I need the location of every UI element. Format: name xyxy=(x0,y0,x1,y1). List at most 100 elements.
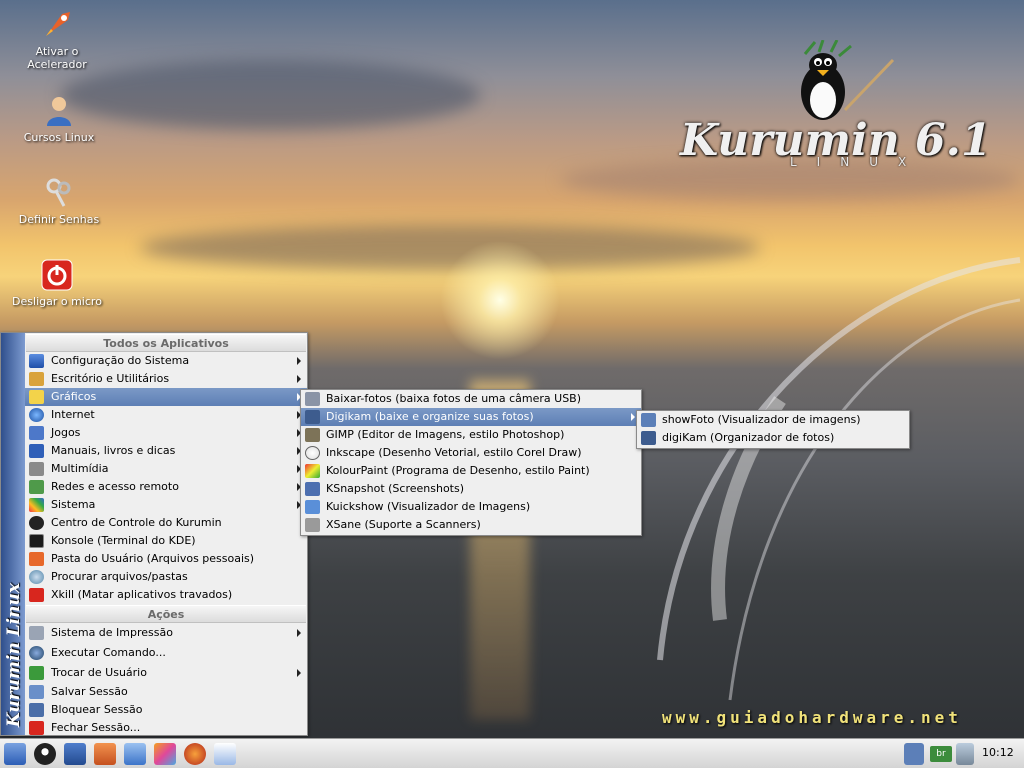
games-icon xyxy=(29,426,44,440)
kurumin-logo: Kurumin 6.1 LINUX xyxy=(680,40,1000,170)
menu-item-salvar-sessao[interactable]: Salvar Sessão xyxy=(25,683,307,701)
menu-item-label: Redes e acesso remoto xyxy=(51,480,179,493)
menu-item-label: XSane (Suporte a Scanners) xyxy=(326,518,481,531)
wallpaper-swirl xyxy=(657,257,1021,701)
window-icon[interactable] xyxy=(124,743,146,765)
keyboard-layout-indicator[interactable]: br xyxy=(930,746,952,762)
menu-item-label: Baixar-fotos (baixa fotos de uma câmera … xyxy=(326,392,582,405)
menu-item-label: Manuais, livros e dicas xyxy=(51,444,176,457)
multimedia-icon xyxy=(29,462,44,476)
submenu-arrow-icon xyxy=(297,375,301,383)
menu-item-fechar-sessao[interactable]: Fechar Sessão... xyxy=(25,719,307,737)
lock-icon xyxy=(29,703,44,717)
menu-item-xsane[interactable]: XSane (Suporte a Scanners) xyxy=(301,516,641,534)
wallpaper-url: www.guiadohardware.net xyxy=(662,708,962,727)
menu-item-xkill[interactable]: Xkill (Matar aplicativos travados) xyxy=(25,586,307,604)
menu-item-pasta-usuario[interactable]: Pasta do Usuário (Arquivos pessoais) xyxy=(25,550,307,568)
monitor-icon xyxy=(29,354,44,368)
menu-item-label: Configuração do Sistema xyxy=(51,354,190,367)
search-icon xyxy=(29,570,44,584)
kde-start-menu: Kurumin Linux Todos os Aplicativos Confi… xyxy=(0,332,308,736)
menu-item-showfoto[interactable]: showFoto (Visualizador de imagens) xyxy=(637,411,909,429)
system-icon xyxy=(29,498,44,512)
office-icon xyxy=(29,372,44,386)
section-header-apps: Todos os Aplicativos xyxy=(26,334,306,352)
menu-item-label: Kuickshow (Visualizador de Imagens) xyxy=(326,500,531,513)
kmenu-sidebar: Kurumin Linux xyxy=(1,333,25,735)
wallpaper-sun xyxy=(440,240,560,360)
menu-item-label: Inkscape (Desenho Vetorial, estilo Corel… xyxy=(326,446,582,459)
home-icon xyxy=(29,552,44,566)
kde-menu-icon[interactable] xyxy=(4,743,26,765)
edit-icon[interactable] xyxy=(214,743,236,765)
menu-item-label: Executar Comando... xyxy=(51,646,166,659)
submenu-digikam: showFoto (Visualizador de imagens) digiK… xyxy=(636,410,910,449)
butterfly-icon[interactable] xyxy=(154,743,176,765)
menu-item-gimp[interactable]: GIMP (Editor de Imagens, estilo Photosho… xyxy=(301,426,641,444)
taskbar-clock[interactable]: 10:12 xyxy=(982,746,1014,759)
printer-icon xyxy=(29,626,44,640)
menu-item-bloquear-sessao[interactable]: Bloquear Sessão xyxy=(25,701,307,719)
desktop-icon-cursos[interactable]: Cursos Linux xyxy=(14,94,104,144)
menu-item-executar[interactable]: Executar Comando... xyxy=(25,643,307,663)
tux-icon[interactable] xyxy=(34,743,56,765)
menu-item-konsole[interactable]: Konsole (Terminal do KDE) xyxy=(25,532,307,550)
network-tray-icon[interactable] xyxy=(904,743,924,765)
menu-item-sistema[interactable]: Sistema xyxy=(25,496,307,514)
menu-item-multimidia[interactable]: Multimídia xyxy=(25,460,307,478)
menu-item-kolourpaint[interactable]: KolourPaint (Programa de Desenho, estilo… xyxy=(301,462,641,480)
menu-item-label: KolourPaint (Programa de Desenho, estilo… xyxy=(326,464,590,477)
desktop-icon-desligar[interactable]: Desligar o micro xyxy=(12,258,102,308)
viewer-icon xyxy=(305,500,320,514)
menu-item-label: Jogos xyxy=(51,426,81,439)
menu-item-label: showFoto (Visualizador de imagens) xyxy=(662,413,861,426)
user-icon xyxy=(47,97,71,126)
camera-icon xyxy=(305,392,320,406)
menu-item-label: Procurar arquivos/pastas xyxy=(51,570,188,583)
terminal-icon xyxy=(29,534,44,548)
menu-item-label: Trocar de Usuário xyxy=(51,666,147,679)
network-icon xyxy=(29,480,44,494)
menu-item-digikam[interactable]: Digikam (baixe e organize suas fotos) xyxy=(301,408,641,426)
menu-item-manuais[interactable]: Manuais, livros e dicas xyxy=(25,442,307,460)
logout-icon xyxy=(29,721,44,735)
power-icon xyxy=(41,259,73,291)
menu-item-jogos[interactable]: Jogos xyxy=(25,424,307,442)
kmenu-body: Todos os Aplicativos Configuração do Sis… xyxy=(25,333,307,737)
section-header-actions: Ações xyxy=(26,605,306,623)
digikam-icon xyxy=(305,410,320,424)
menu-item-label: Gráficos xyxy=(51,390,97,403)
menu-item-redes[interactable]: Redes e acesso remoto xyxy=(25,478,307,496)
keys-icon xyxy=(46,178,71,207)
menu-item-graficos[interactable]: Gráficos xyxy=(25,388,307,406)
menu-item-configuracao[interactable]: Configuração do Sistema xyxy=(25,352,307,370)
volume-icon[interactable] xyxy=(956,743,974,765)
menu-item-centro-controle[interactable]: Centro de Controle do Kurumin xyxy=(25,514,307,532)
menu-item-trocar-usuario[interactable]: Trocar de Usuário xyxy=(25,663,307,683)
menu-item-label: Sistema xyxy=(51,498,96,511)
snapshot-icon xyxy=(305,482,320,496)
submenu-arrow-icon xyxy=(297,669,301,677)
menu-item-digikam-app[interactable]: digiKam (Organizador de fotos) xyxy=(637,429,909,447)
desktop-icon-senhas[interactable]: Definir Senhas xyxy=(14,176,104,226)
desktop-icon-label: Desligar o micro xyxy=(12,295,102,308)
menu-item-label: Sistema de Impressão xyxy=(51,626,173,639)
menu-item-impressao[interactable]: Sistema de Impressão xyxy=(25,623,307,643)
desktops-icon[interactable] xyxy=(64,743,86,765)
menu-item-ksnapshot[interactable]: KSnapshot (Screenshots) xyxy=(301,480,641,498)
desktop-icon-acelerador[interactable]: Ativar o Acelerador xyxy=(12,8,102,71)
menu-item-procurar[interactable]: Procurar arquivos/pastas xyxy=(25,568,307,586)
menu-item-escritorio[interactable]: Escritório e Utilitários xyxy=(25,370,307,388)
wallpaper-cloud xyxy=(60,60,480,130)
globe-icon xyxy=(29,408,44,422)
firefox-icon[interactable] xyxy=(184,743,206,765)
menu-item-label: GIMP (Editor de Imagens, estilo Photosho… xyxy=(326,428,565,441)
menu-item-internet[interactable]: Internet xyxy=(25,406,307,424)
menu-item-baixar-fotos[interactable]: Baixar-fotos (baixa fotos de uma câmera … xyxy=(301,390,641,408)
menu-item-inkscape[interactable]: Inkscape (Desenho Vetorial, estilo Corel… xyxy=(301,444,641,462)
digikam-icon xyxy=(641,431,656,445)
submenu-arrow-icon xyxy=(297,629,301,637)
home-icon[interactable] xyxy=(94,743,116,765)
menu-item-kuickshow[interactable]: Kuickshow (Visualizador de Imagens) xyxy=(301,498,641,516)
switch-user-icon xyxy=(29,666,44,680)
